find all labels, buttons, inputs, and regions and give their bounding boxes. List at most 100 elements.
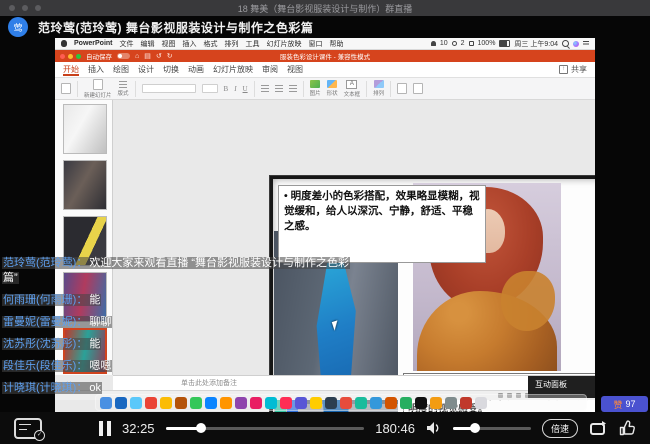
italic-button[interactable]: I	[234, 85, 236, 93]
dock-icon[interactable]	[400, 397, 412, 409]
align-left-button[interactable]	[275, 85, 283, 92]
new-slide-button[interactable]: 新建幻灯片	[84, 79, 112, 99]
slide-bullet-textbox[interactable]: • 明度差小的色彩搭配，效果略显模糊，视觉缓和，给人以深沉、宁静，舒适、平稳之感…	[278, 185, 486, 263]
ppt-minimize-icon[interactable]	[68, 54, 73, 59]
volume-bar[interactable]	[453, 427, 531, 430]
menu-file[interactable]: 文件	[120, 39, 134, 49]
dock-icon[interactable]	[475, 397, 487, 409]
font-size-box[interactable]	[202, 84, 218, 93]
undo-icon[interactable]: ↺	[156, 53, 162, 60]
menu-slideshow[interactable]: 幻灯片放映	[267, 39, 302, 49]
progress-handle[interactable]	[196, 423, 206, 433]
format-button[interactable]	[413, 83, 423, 94]
stream-title: 范玲莺(范玲莺) 舞台影视服装设计与制作之色彩篇	[38, 19, 313, 36]
ribbon-tab-bar: 开始 插入 绘图 设计 切换 动画 幻灯片放映 审阅 视图 ↑共享	[55, 62, 595, 78]
menu-window[interactable]: 窗口	[309, 39, 323, 49]
streamer-avatar[interactable]: 莺	[8, 17, 28, 37]
menu-tools[interactable]: 工具	[246, 39, 260, 49]
check-icon: ✓	[34, 430, 45, 441]
dock-icon[interactable]	[385, 397, 397, 409]
ppt-zoom-icon[interactable]	[76, 54, 81, 59]
textbox-icon: A	[346, 80, 357, 89]
playback-speed-button[interactable]: 倍速	[542, 419, 578, 438]
share-button[interactable]: ↑共享	[559, 64, 587, 75]
menu-help[interactable]: 帮助	[330, 39, 344, 49]
window-traffic-lights[interactable]	[9, 5, 41, 11]
tab-draw[interactable]: 绘图	[113, 64, 129, 75]
tab-view[interactable]: 视图	[287, 64, 303, 75]
tab-animations[interactable]: 动画	[188, 64, 204, 75]
layout-button[interactable]: 版式	[118, 81, 129, 97]
player-controls: ✓ 32:25 180:46 倍速	[0, 412, 650, 444]
chat-message: 沈苏彤(沈苏彤)：能	[2, 337, 358, 352]
tab-design[interactable]: 设计	[138, 64, 154, 75]
font-name-box[interactable]	[142, 84, 196, 93]
menu-edit[interactable]: 编辑	[141, 39, 155, 49]
paste-button[interactable]	[61, 83, 71, 94]
menu-arrange[interactable]: 排列	[225, 39, 239, 49]
ppt-doc-title: 服装色彩设计课件 - 兼容性模式	[280, 51, 370, 61]
people-icon[interactable]	[452, 41, 457, 46]
tab-slideshow[interactable]: 幻灯片放映	[213, 64, 253, 75]
bold-button[interactable]: B	[224, 85, 229, 93]
chat-message: 雷曼妮(雷曼妮)：聊聊	[2, 315, 358, 330]
arrange-button[interactable]: 排列	[373, 80, 384, 97]
chat-message: 何雨珊(何雨珊)：能	[2, 293, 358, 308]
tab-home[interactable]: 开始	[63, 64, 79, 76]
chat-text: ok	[88, 382, 102, 394]
ppt-traffic-lights[interactable]	[60, 54, 81, 59]
menu-insert[interactable]: 插入	[183, 39, 197, 49]
home-icon[interactable]: ⌂	[135, 53, 139, 60]
volume-button[interactable]	[426, 421, 442, 435]
siri-icon[interactable]	[573, 41, 579, 47]
apple-menu-icon[interactable]	[61, 40, 67, 47]
autosave-toggle[interactable]	[117, 53, 130, 59]
menu-view[interactable]: 视图	[162, 39, 176, 49]
underline-button[interactable]: U	[243, 85, 248, 93]
dock-icon[interactable]	[460, 397, 472, 409]
textbox-button[interactable]: A文本框	[344, 80, 361, 98]
menubar-clock[interactable]: 周三 上午9:04	[514, 39, 558, 49]
progress-bar[interactable]	[166, 427, 365, 430]
dock-icon[interactable]	[415, 397, 427, 409]
app-status-icon[interactable]	[469, 41, 474, 46]
dock-icon[interactable]	[445, 397, 457, 409]
tab-review[interactable]: 审阅	[262, 64, 278, 75]
slide-thumbnail-1[interactable]	[63, 104, 107, 154]
arrange-icon	[374, 80, 384, 88]
chat-sender: 范玲莺(范玲莺)：	[2, 257, 88, 269]
slide-thumbnail-2[interactable]	[63, 160, 107, 210]
control-center-icon[interactable]	[583, 41, 589, 46]
minimize-icon[interactable]	[22, 5, 28, 11]
tab-transitions[interactable]: 切换	[163, 64, 179, 75]
share-icon: ↑	[559, 65, 568, 74]
dock-icon[interactable]	[430, 397, 442, 409]
speaker-icon	[426, 421, 442, 435]
tab-insert[interactable]: 插入	[88, 64, 104, 75]
save-icon[interactable]: ▤	[144, 53, 151, 60]
people-count: 2	[461, 40, 465, 47]
picture-button[interactable]: 图片	[310, 80, 321, 97]
danmaku-toggle-icon[interactable]: ✓	[14, 418, 42, 439]
picture-icon	[310, 80, 320, 88]
dock-icon[interactable]	[370, 397, 382, 409]
like-badge[interactable]: 赞 97	[601, 396, 648, 412]
zoom-icon[interactable]	[35, 5, 41, 11]
redo-icon[interactable]: ↻	[167, 53, 173, 60]
menu-format[interactable]: 格式	[204, 39, 218, 49]
ppt-close-icon[interactable]	[60, 54, 65, 59]
volume-handle[interactable]	[470, 423, 480, 433]
chat-text: 能	[88, 294, 101, 306]
menu-app-name[interactable]: PowerPoint	[74, 40, 113, 47]
bullets-button[interactable]	[261, 85, 269, 92]
like-button[interactable]	[619, 420, 636, 436]
align-center-button[interactable]	[289, 85, 297, 92]
close-icon[interactable]	[9, 5, 15, 11]
quick-styles-button[interactable]	[397, 83, 407, 94]
notification-bell-icon[interactable]	[431, 41, 436, 46]
like-label: 赞	[613, 398, 622, 411]
shapes-button[interactable]: 形状	[327, 80, 338, 97]
rotate-screen-button[interactable]	[589, 420, 608, 436]
pause-button[interactable]	[99, 421, 111, 436]
spotlight-icon[interactable]	[562, 40, 569, 47]
